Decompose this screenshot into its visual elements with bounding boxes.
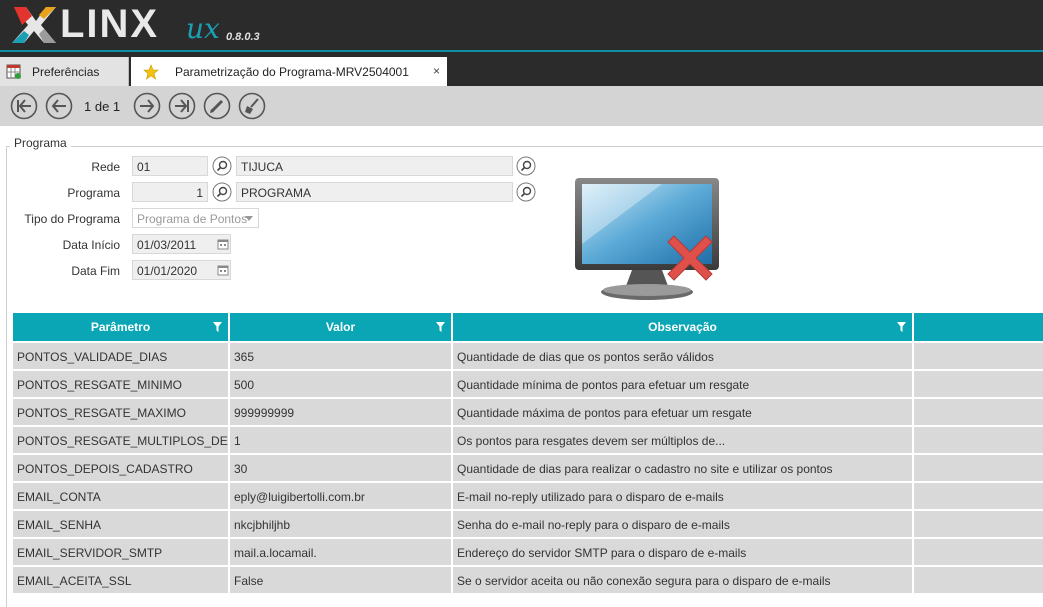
tipo-select[interactable]: Programa de Pontos: [132, 208, 259, 228]
programa-label: Programa: [67, 186, 120, 200]
rede-label: Rede: [91, 160, 120, 174]
cell-param: EMAIL_SENHA: [13, 511, 228, 537]
logo-ux: ux: [186, 12, 220, 45]
table-row[interactable]: PONTOS_RESGATE_MULTIPLOS_DE 1 Os pontos pa…: [13, 427, 1043, 453]
cell-empty: [914, 511, 1043, 537]
cell-empty: [914, 483, 1043, 509]
tab-preferencias[interactable]: Preferências: [0, 57, 129, 86]
cell-obs: Quantidade de dias para realizar o cadas…: [453, 455, 912, 481]
cell-valor: 30: [230, 455, 451, 481]
tab-label: Preferências: [32, 64, 100, 79]
cell-empty: [914, 399, 1043, 425]
filter-icon[interactable]: [213, 322, 222, 332]
cell-obs: Endereço do servidor SMTP para o disparo…: [453, 539, 912, 565]
calendar-icon[interactable]: [217, 264, 229, 276]
next-record-button[interactable]: [133, 92, 161, 120]
star-icon: [143, 63, 159, 80]
pager-text: 1 de 1: [84, 99, 121, 114]
tab-label: Parametrização do Programa-MRV2504001: [175, 64, 409, 79]
cell-obs: Quantidade de dias que os pontos serão v…: [453, 343, 912, 369]
cell-param: PONTOS_RESGATE_MINIMO: [13, 371, 228, 397]
cell-empty: [914, 539, 1043, 565]
clear-broom-button[interactable]: [238, 92, 266, 120]
cell-obs: Senha do e-mail no-reply para o disparo …: [453, 511, 912, 537]
column-header-label: Parâmetro: [90, 320, 151, 334]
programa-name-input[interactable]: PROGRAMA: [236, 182, 513, 202]
column-header-label: Observação: [648, 320, 717, 334]
cell-valor: mail.a.locamail.: [230, 539, 451, 565]
cell-obs: Quantidade máxima de pontos para efetuar…: [453, 399, 912, 425]
data-fim-label: Data Fim: [71, 264, 120, 278]
cell-valor: nkcjbhiljhb: [230, 511, 451, 537]
cell-param: PONTOS_DEPOIS_CADASTRO: [13, 455, 228, 481]
table-row[interactable]: EMAIL_ACEITA_SSL False Se o servidor aceit…: [13, 567, 1043, 593]
cell-empty: [914, 343, 1043, 369]
linx-logo-icon: [12, 7, 56, 43]
toolbar: 1 de 1: [0, 86, 1043, 126]
rede-name-input[interactable]: TIJUCA: [236, 156, 513, 176]
filter-icon[interactable]: [897, 322, 906, 332]
tab-parametrizacao[interactable]: Parametrização do Programa-MRV2504001 ×: [131, 57, 447, 86]
column-header-label: Valor: [325, 320, 356, 334]
cell-obs: Se o servidor aceita ou não conexão segu…: [453, 567, 912, 593]
cell-valor: 1: [230, 427, 451, 453]
cell-param: PONTOS_RESGATE_MAXIMO: [13, 399, 228, 425]
column-header-observacao[interactable]: Observação: [453, 313, 914, 341]
data-inicio-label: Data Início: [62, 238, 120, 252]
table-row[interactable]: PONTOS_DEPOIS_CADASTRO 30 Quantidade de di…: [13, 455, 1043, 481]
programa-name-search-icon[interactable]: [516, 182, 536, 202]
cell-obs: E-mail no-reply utilizado para o disparo…: [453, 483, 912, 509]
rede-code-input[interactable]: 01: [132, 156, 208, 176]
cell-param: EMAIL_CONTA: [13, 483, 228, 509]
tab-strip: Preferências Parametrização do Programa-…: [0, 52, 1043, 86]
rede-name-search-icon[interactable]: [516, 156, 536, 176]
cell-empty: [914, 427, 1043, 453]
column-header-parametro[interactable]: Parâmetro: [13, 313, 230, 341]
cell-obs: Quantidade mínima de pontos para efetuar…: [453, 371, 912, 397]
column-header-empty: [914, 313, 1043, 341]
cell-empty: [914, 455, 1043, 481]
table-row[interactable]: EMAIL_SENHA nkcjbhiljhb Senha do e-mail no…: [13, 511, 1043, 537]
table-row[interactable]: PONTOS_RESGATE_MINIMO 500 Quantidade mínim…: [13, 371, 1043, 397]
cell-valor: eply@luigibertolli.com.br: [230, 483, 451, 509]
cell-empty: [914, 371, 1043, 397]
cell-valor: 500: [230, 371, 451, 397]
edit-pencil-button[interactable]: [203, 92, 231, 120]
chevron-down-icon: [245, 216, 253, 221]
app-header: LINX ux 0.8.0.3: [0, 0, 1043, 50]
programa-search-icon[interactable]: [212, 182, 232, 202]
calendar-icon[interactable]: [217, 238, 229, 250]
fieldset-legend: Programa: [10, 136, 71, 150]
first-record-button[interactable]: [10, 92, 38, 120]
tipo-select-value: Programa de Pontos: [137, 212, 248, 226]
cell-param: EMAIL_SERVIDOR_SMTP: [13, 539, 228, 565]
close-tab-icon[interactable]: ×: [433, 64, 440, 78]
app-version: 0.8.0.3: [226, 31, 260, 43]
grid-settings-icon: [6, 64, 21, 79]
column-header-valor[interactable]: Valor: [230, 313, 453, 341]
tipo-label: Tipo do Programa: [24, 212, 120, 226]
logo-text: LINX: [60, 2, 160, 46]
previous-record-button[interactable]: [45, 92, 73, 120]
programa-code-input[interactable]: 1: [132, 182, 208, 202]
table-row[interactable]: PONTOS_RESGATE_MAXIMO 999999999 Quantidade…: [13, 399, 1043, 425]
cell-param: EMAIL_ACEITA_SSL: [13, 567, 228, 593]
last-record-button[interactable]: [168, 92, 196, 120]
table-row[interactable]: EMAIL_SERVIDOR_SMTP mail.a.locamail. Ender…: [13, 539, 1043, 565]
table-row[interactable]: EMAIL_CONTA eply@luigibertolli.com.br E-ma…: [13, 483, 1043, 509]
inactive-monitor-icon: [575, 178, 719, 300]
cell-valor: 999999999: [230, 399, 451, 425]
cell-valor: False: [230, 567, 451, 593]
rede-search-icon[interactable]: [212, 156, 232, 176]
table-row[interactable]: PONTOS_VALIDADE_DIAS 365 Quantidade de dia…: [13, 343, 1043, 369]
cell-param: PONTOS_RESGATE_MULTIPLOS_DE: [13, 427, 228, 453]
cell-param: PONTOS_VALIDADE_DIAS: [13, 343, 228, 369]
filter-icon[interactable]: [436, 322, 445, 332]
cell-obs: Os pontos para resgates devem ser múltip…: [453, 427, 912, 453]
cell-empty: [914, 567, 1043, 593]
cell-valor: 365: [230, 343, 451, 369]
